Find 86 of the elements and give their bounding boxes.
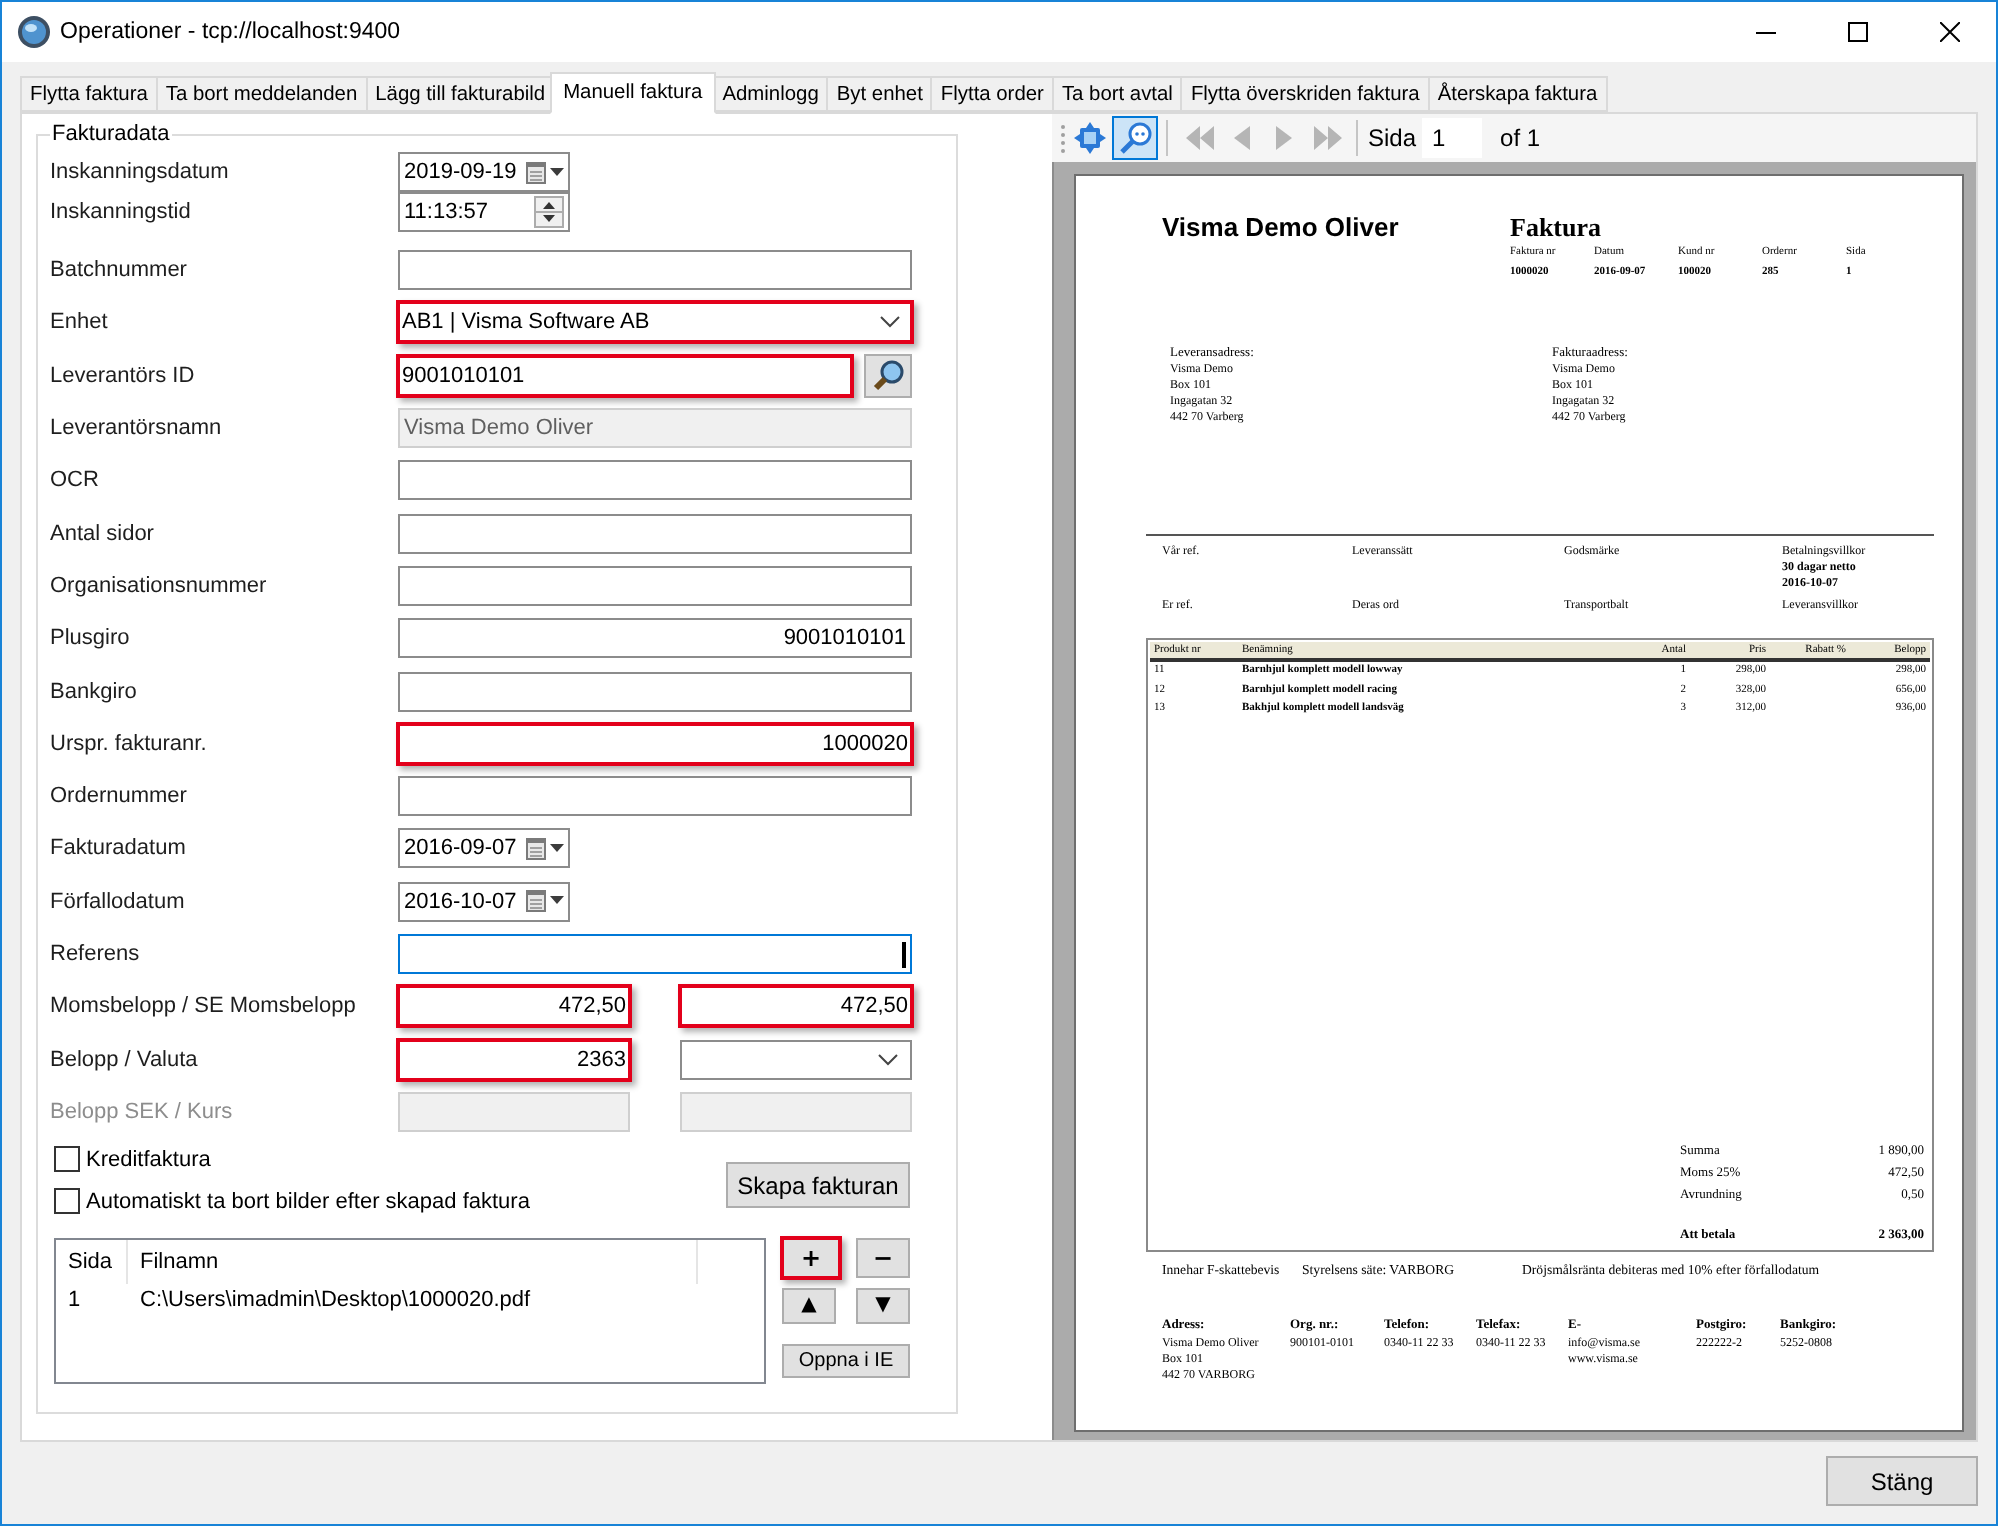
- date-picker[interactable]: 2019-09-19: [398, 152, 570, 192]
- text-field[interactable]: 472,50: [396, 984, 632, 1029]
- app-icon: [18, 16, 50, 48]
- open-in-ie-button[interactable]: Oppna i IE: [782, 1344, 910, 1379]
- tab[interactable]: Byt enhet: [826, 76, 933, 112]
- down-arrow-button[interactable]: ▼: [856, 1288, 910, 1325]
- group-title: Fakturadata: [50, 122, 172, 146]
- fit-page-icon[interactable]: [1073, 122, 1105, 154]
- field-label: Inskanningstid: [50, 200, 193, 224]
- field-label: Förfallodatum: [50, 889, 187, 914]
- field-label: Referens: [50, 942, 142, 966]
- text-field[interactable]: [398, 565, 912, 606]
- field-label: Plusgiro: [50, 626, 132, 651]
- chevron-down-icon[interactable]: [878, 1053, 898, 1066]
- close-icon[interactable]: [1940, 22, 1960, 42]
- checkbox[interactable]: [54, 1146, 80, 1173]
- tab[interactable]: Flytta faktura: [20, 76, 158, 112]
- field-label: Bankgiro: [50, 679, 139, 704]
- field-label: Leverantörsnamn: [50, 416, 224, 441]
- checkbox-label[interactable]: Kreditfaktura: [86, 1147, 211, 1172]
- tab[interactable]: Flytta överskriden faktura: [1180, 76, 1430, 112]
- minus-button[interactable]: −: [856, 1238, 910, 1279]
- tab[interactable]: Ta bort meddelanden: [155, 76, 368, 112]
- text-field[interactable]: [398, 934, 912, 974]
- text-field[interactable]: [398, 513, 912, 554]
- tab[interactable]: Manuell faktura: [549, 72, 717, 114]
- maximize-icon[interactable]: [1848, 22, 1868, 42]
- chevron-down-icon[interactable]: [880, 316, 900, 329]
- spinner-arrows-icon[interactable]: [534, 196, 564, 228]
- date-picker[interactable]: 2016-10-07: [398, 881, 570, 922]
- create-invoice-button[interactable]: Skapa fakturan: [726, 1162, 910, 1209]
- calendar-dropdown-icon[interactable]: [526, 890, 564, 913]
- text-field[interactable]: [398, 776, 912, 817]
- time-picker[interactable]: 11:13:57: [398, 192, 570, 232]
- zoom-button[interactable]: [1112, 116, 1158, 160]
- text-field[interactable]: 2363: [396, 1037, 632, 1082]
- field-label: Fakturadatum: [50, 836, 188, 861]
- text-cursor-icon: [902, 941, 906, 967]
- text-field[interactable]: 9001010101: [396, 353, 854, 398]
- invoice-title: Faktura: [1510, 212, 1603, 242]
- date-picker[interactable]: 2016-09-07: [398, 828, 570, 869]
- search-icon: [872, 359, 904, 392]
- grip-icon: [1060, 123, 1066, 153]
- close-button[interactable]: Stäng: [1826, 1456, 1978, 1506]
- window-title: Operationer - tcp://localhost:9400: [60, 20, 403, 44]
- up-arrow-button[interactable]: ▲: [782, 1288, 836, 1325]
- text-field[interactable]: 472,50: [678, 984, 914, 1029]
- text-field[interactable]: [398, 460, 912, 501]
- text-field[interactable]: 1000020: [396, 721, 914, 766]
- field-label: Leverantörs ID: [50, 363, 197, 388]
- tab[interactable]: Adminlogg: [712, 76, 829, 112]
- field-label: Organisationsnummer: [50, 573, 269, 598]
- company-name: Visma Demo Oliver: [1162, 212, 1401, 246]
- page-count: of 1: [1500, 124, 1541, 152]
- field-label: Momsbelopp / SE Momsbelopp: [50, 994, 358, 1019]
- text-field[interactable]: [398, 250, 912, 291]
- text-field[interactable]: [398, 671, 912, 712]
- field-label: OCR: [50, 468, 101, 493]
- checkbox[interactable]: [54, 1188, 80, 1215]
- page-label: Sida: [1368, 124, 1417, 152]
- tab[interactable]: Flytta order: [930, 76, 1054, 112]
- search-button[interactable]: [864, 353, 912, 398]
- column-header[interactable]: Sida: [56, 1240, 128, 1285]
- calendar-dropdown-icon[interactable]: [526, 837, 564, 860]
- combo-box[interactable]: AB1 | Visma Software AB: [396, 300, 914, 345]
- calendar-dropdown-icon[interactable]: [526, 161, 564, 183]
- field-label: Belopp / Valuta: [50, 1047, 200, 1072]
- tab[interactable]: Återskapa faktura: [1427, 76, 1608, 112]
- field-label: Inskanningsdatum: [50, 160, 231, 184]
- field-label: Antal sidor: [50, 521, 156, 546]
- zoom-icon: [1119, 122, 1151, 154]
- field-label: Batchnummer: [50, 258, 189, 283]
- tab[interactable]: Ta bort avtal: [1051, 76, 1183, 112]
- minimize-icon[interactable]: [1756, 31, 1776, 33]
- text-field[interactable]: 9001010101: [398, 618, 912, 659]
- field-label: Enhet: [50, 310, 110, 335]
- field-label: Belopp SEK / Kurs: [50, 1099, 235, 1124]
- field-label: Ordernummer: [50, 784, 189, 809]
- page-number-field[interactable]: 1: [1422, 118, 1483, 158]
- column-header[interactable]: Filnamn: [128, 1240, 698, 1285]
- plus-button[interactable]: +: [780, 1236, 842, 1281]
- list-cell[interactable]: C:\Users\imadmin\Desktop\1000020.pdf: [128, 1287, 531, 1312]
- list-cell[interactable]: 1: [56, 1287, 128, 1312]
- field-label: Urspr. fakturanr.: [50, 731, 209, 756]
- checkbox-label[interactable]: Automatiskt ta bort bilder efter skapad faktura: [86, 1189, 530, 1214]
- tab[interactable]: Lägg till fakturabild: [365, 76, 556, 112]
